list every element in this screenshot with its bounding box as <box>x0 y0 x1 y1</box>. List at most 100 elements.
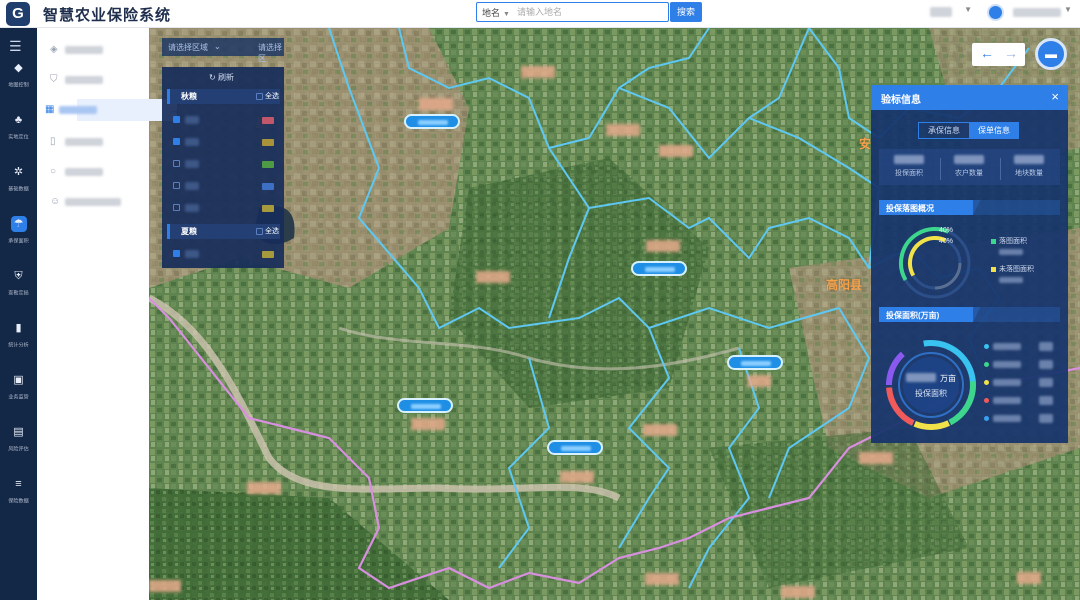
avatar[interactable] <box>987 4 1004 21</box>
legend-value <box>999 249 1023 255</box>
search-input[interactable] <box>517 4 665 20</box>
legend-label <box>993 397 1021 404</box>
arrow-right-icon[interactable]: → <box>1004 45 1018 61</box>
user-name[interactable] <box>1013 8 1061 17</box>
sidebar-item[interactable]: ≡ 保险数据 <box>0 476 37 516</box>
checkbox[interactable] <box>173 250 180 257</box>
menu-icon[interactable]: ☰ <box>9 38 22 55</box>
legend-value <box>1039 342 1053 351</box>
search-button[interactable]: 搜索 <box>670 2 702 22</box>
area-ring-chart <box>886 340 976 431</box>
layer-row[interactable] <box>173 114 279 126</box>
toolbox-button[interactable]: ▬ <box>1035 38 1067 70</box>
region-select[interactable]: 请选择区域 <box>168 42 208 53</box>
layer-label <box>185 204 199 212</box>
checkbox[interactable] <box>173 204 180 211</box>
search-type-select[interactable]: 地名 ▼ <box>482 6 510 19</box>
checkbox[interactable] <box>173 138 180 145</box>
layer-row[interactable] <box>173 248 279 260</box>
layer-group-header: 夏粮 全选 <box>167 224 280 239</box>
sidebar-item[interactable]: ✲ 基础数据 <box>0 164 37 204</box>
region-label[interactable] <box>404 114 460 129</box>
stat-label: 投保面积 <box>895 170 923 177</box>
sub-nav-label <box>65 138 103 146</box>
town-label <box>149 580 181 592</box>
sidebar-item[interactable]: ☂ 承保面积 <box>0 216 37 256</box>
select-all-checkbox[interactable]: 全选 <box>256 226 279 236</box>
header-select[interactable]: ▼ <box>928 5 974 19</box>
layer-row[interactable] <box>173 180 279 192</box>
tab-underwriting-info[interactable]: 承保信息 <box>919 123 969 138</box>
select-all-label: 全选 <box>265 93 279 100</box>
layer-group-header: 秋粮 全选 <box>167 89 280 104</box>
town-label <box>643 424 677 436</box>
arrow-left-icon[interactable]: ← <box>980 45 994 61</box>
chevron-down-icon[interactable]: ▼ <box>1064 5 1072 14</box>
sub-navigation: ◈ ⛉ ▦→ ▯ ○ ☺ <box>37 28 181 600</box>
shield-icon: ⛉ <box>50 74 58 85</box>
layer-label <box>185 182 199 190</box>
sidebar-item[interactable]: ▮ 统计分析 <box>0 320 37 360</box>
sub-nav-label <box>65 168 103 176</box>
checkbox[interactable] <box>256 92 263 100</box>
sidebar-item-label: 保险数据 <box>8 499 29 505</box>
region-label[interactable] <box>547 440 603 455</box>
sub-nav-item[interactable]: ☺ <box>41 191 175 213</box>
sub-nav-label <box>59 106 97 114</box>
chevron-down-icon[interactable]: ⌄ <box>214 42 221 51</box>
region-label[interactable] <box>727 355 783 370</box>
file-icon: ▯ <box>50 136 56 147</box>
sub-nav-label <box>65 46 103 54</box>
stat-value <box>894 155 924 164</box>
sidebar-item-label: 统计分析 <box>8 343 29 349</box>
town-label <box>1017 572 1041 584</box>
sub-nav-item[interactable]: ▯ <box>41 131 175 153</box>
history-nav: ← → <box>972 43 1025 66</box>
town-label <box>646 240 680 252</box>
app-title: 智慧农业保险系统 <box>43 7 172 24</box>
town-label <box>747 375 771 387</box>
sidebar-item-label: 基础数据 <box>8 187 29 193</box>
summary-stats: 投保面积 农户数量 地块数量 <box>879 149 1060 185</box>
sidebar-item[interactable]: ▤ 风险评估 <box>0 424 37 464</box>
layer-row[interactable] <box>173 202 279 214</box>
area-legend-item <box>984 377 1064 389</box>
sub-nav-item[interactable]: ⛉ <box>41 69 175 91</box>
cube-icon: ◈ <box>50 44 58 55</box>
sidebar-item[interactable]: ♣ 实地定位 <box>0 112 37 152</box>
select-all-checkbox[interactable]: 全选 <box>256 91 279 101</box>
checkbox[interactable] <box>173 116 180 123</box>
users-icon: ☺ <box>50 196 61 207</box>
panel-header: 验标信息 × <box>871 85 1068 110</box>
refresh-button[interactable]: ↻ 刷新 <box>209 72 234 83</box>
checkbox[interactable] <box>173 182 180 189</box>
layer-row[interactable] <box>173 158 279 170</box>
search-box: 地名 ▼ <box>476 2 669 22</box>
inspection-info-panel: 验标信息 × 承保信息 保单信息 投保面积 农户数量 地块数量 投保落图概况 4… <box>871 85 1068 443</box>
sidebar-item[interactable]: ▣ 业务监管 <box>0 372 37 412</box>
layer-color-swatch <box>262 161 274 168</box>
region-label[interactable] <box>631 261 687 276</box>
town-label <box>606 124 640 136</box>
legend-value <box>1039 396 1053 405</box>
sub-nav-item[interactable]: ○ <box>41 161 175 183</box>
sidebar-item[interactable]: ⛨ 查勘定损 <box>0 268 37 308</box>
district-select[interactable]: 请选择区 <box>258 42 284 64</box>
region-label[interactable] <box>397 398 453 413</box>
sidebar-item[interactable]: ◆ 地图控制 <box>0 60 37 100</box>
map-layer-icon: ▦ <box>45 104 55 115</box>
document-icon: ▤ <box>13 426 24 438</box>
layer-row[interactable] <box>173 136 279 148</box>
stat-label: 地块数量 <box>1015 170 1043 177</box>
crop-layer-panel: ↻ 刷新 秋粮 全选 夏粮 全选 <box>162 67 284 268</box>
town-label <box>560 471 594 483</box>
checkbox[interactable] <box>173 160 180 167</box>
legend-dot <box>984 362 989 367</box>
close-icon[interactable]: × <box>1051 89 1059 104</box>
sub-nav-item[interactable]: ◈ <box>41 39 175 61</box>
layer-color-swatch <box>262 117 274 124</box>
layer-label <box>185 116 199 124</box>
checkbox[interactable] <box>256 227 263 235</box>
town-label <box>419 98 453 110</box>
tab-policy-info[interactable]: 保单信息 <box>969 123 1019 138</box>
